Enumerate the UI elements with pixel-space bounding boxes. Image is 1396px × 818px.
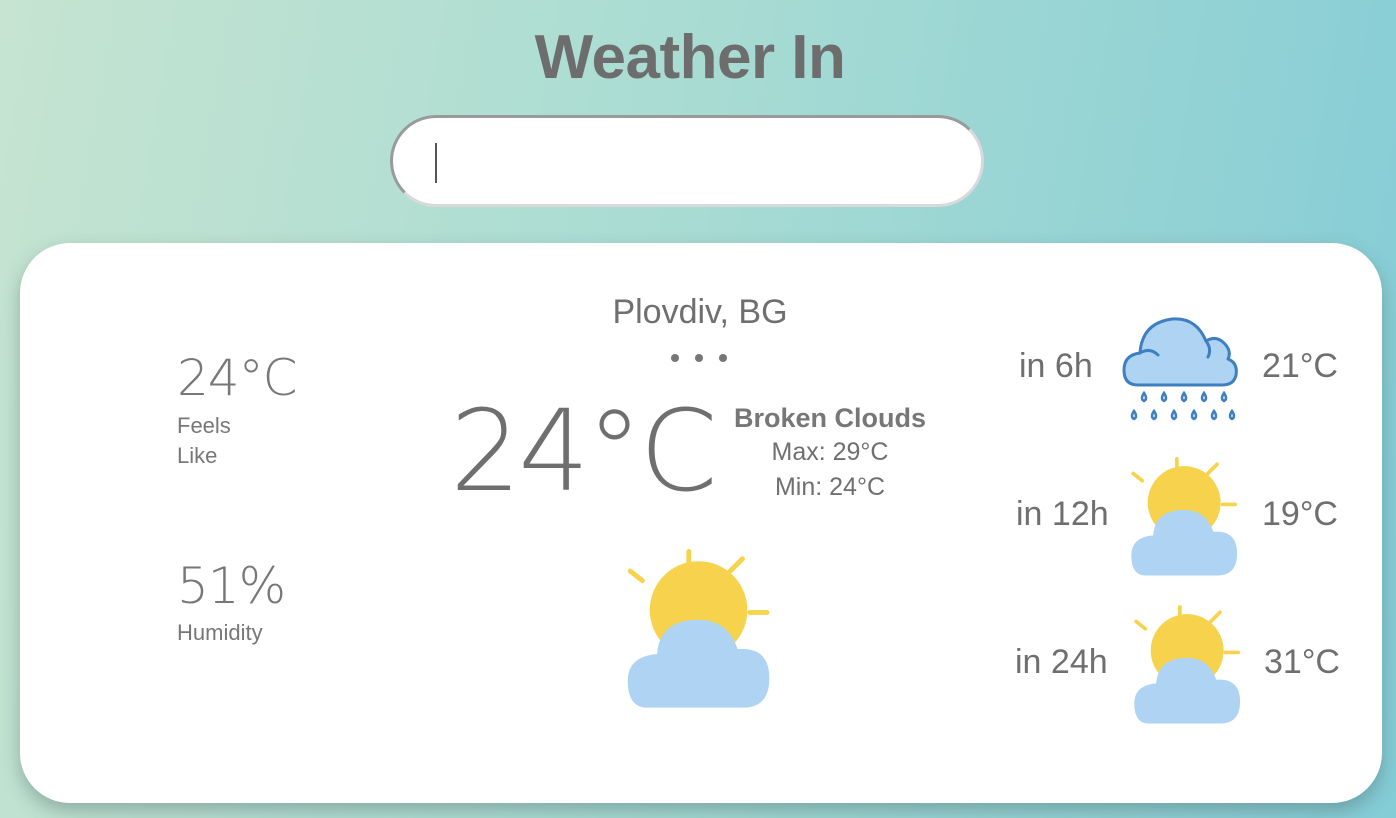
- forecast-temp-12h: 19°C: [1262, 495, 1338, 533]
- forecast-time-24h: in 24h: [1015, 643, 1108, 681]
- sun-behind-cloud-icon: [620, 549, 782, 720]
- city-search-box[interactable]: [390, 115, 984, 207]
- weather-card: 24°C Feels Like 51% Humidity Plovdiv, BG…: [20, 243, 1382, 803]
- forecast-temp-24h: 31°C: [1264, 643, 1340, 681]
- rain-cloud-icon: [1120, 313, 1240, 436]
- more-options-button[interactable]: [671, 354, 727, 362]
- location-name: Plovdiv, BG: [612, 293, 788, 331]
- forecast-temp-6h: 21°C: [1262, 347, 1338, 385]
- city-search-input[interactable]: [429, 138, 949, 186]
- condition-text: Broken Clouds: [733, 403, 927, 433]
- humidity-label: Humidity: [177, 620, 263, 645]
- condition-block: Broken Clouds Max: 29°C Min: 24°C: [720, 403, 940, 502]
- max-temperature: Max: 29°C: [771, 438, 889, 466]
- forecast-time-6h: in 6h: [1019, 347, 1093, 385]
- sun-behind-cloud-icon: [1127, 605, 1251, 734]
- feels-like-value: 24°C: [177, 349, 298, 407]
- min-temperature: Min: 24°C: [774, 473, 886, 501]
- current-temperature: 24°C: [450, 387, 718, 517]
- forecast-time-12h: in 12h: [1016, 495, 1109, 533]
- text-cursor: [435, 143, 437, 183]
- humidity-value: 51%: [177, 557, 286, 615]
- feels-like-label: Feels Like: [177, 413, 231, 468]
- page-title: Weather In: [534, 23, 846, 92]
- sun-behind-cloud-icon: [1124, 456, 1248, 586]
